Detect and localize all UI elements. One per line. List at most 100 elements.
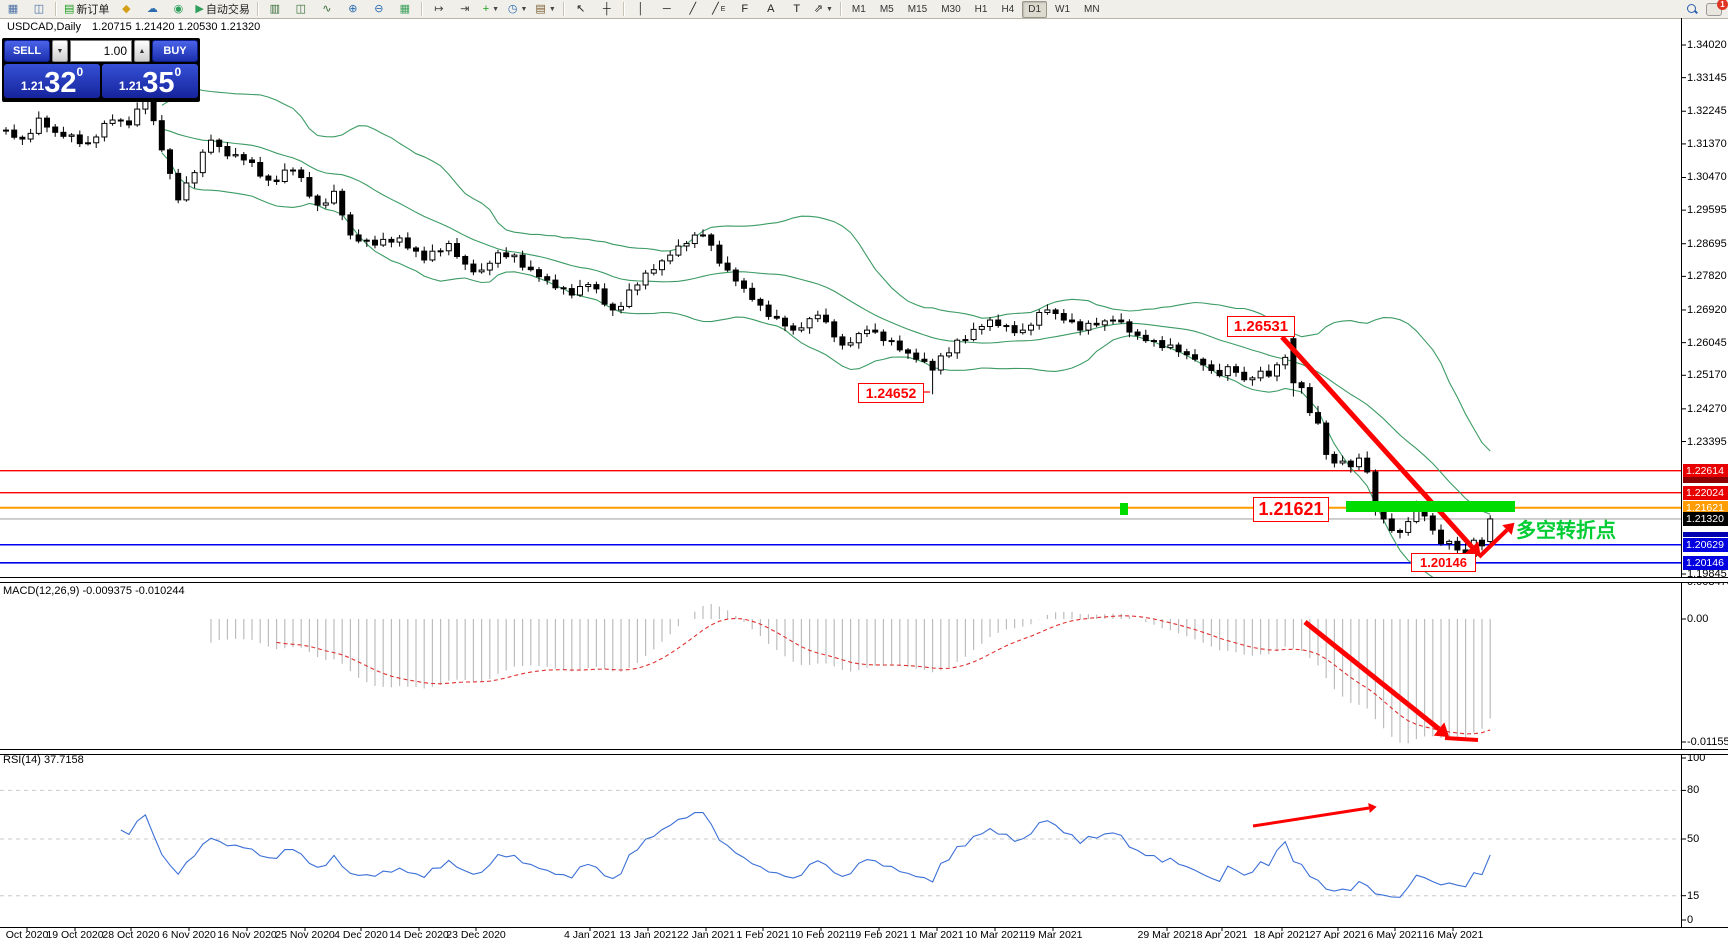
candle-body (85, 142, 91, 145)
price-axis-label: 1.34020 (1687, 39, 1727, 51)
bid-price-sup: 0 (76, 65, 84, 79)
candle-body (839, 336, 846, 346)
highlight-square[interactable] (1120, 503, 1128, 515)
candle-body (626, 289, 633, 307)
candle-body (1134, 331, 1141, 336)
candle-body (872, 329, 879, 333)
candle-body (93, 136, 100, 144)
time-axis-label: 6 May 2021 (1367, 929, 1423, 939)
time-axis-label: 25 Nov 2020 (275, 929, 335, 939)
candle-body (1224, 366, 1231, 377)
price-tag-1.20629: 1.20629 (1683, 537, 1728, 552)
candle-body (995, 319, 1002, 327)
candle-body (1142, 334, 1149, 342)
candle-body (167, 149, 173, 174)
candle-body (1183, 351, 1190, 356)
candle-body (445, 243, 452, 252)
candle-body (1060, 313, 1067, 321)
candle-body (437, 250, 444, 253)
rsi-axis-label: 50 (1687, 833, 1700, 845)
candle-body (970, 328, 977, 341)
candle-body (1339, 460, 1346, 464)
price-annotation-1.21621[interactable]: 1.21621 (1253, 497, 1329, 522)
price-axis-label: 1.32245 (1687, 105, 1727, 118)
chart-canvas[interactable] (0, 0, 1728, 939)
candle-body (158, 120, 165, 151)
candle-body (593, 284, 600, 290)
candle-body (806, 318, 813, 329)
bid-price-display[interactable]: 1.21 32 0 (4, 64, 100, 98)
price-annotation-1.26531[interactable]: 1.26531 (1227, 316, 1295, 337)
lot-increase-button[interactable]: ▲ (134, 40, 150, 62)
candle-body (560, 287, 567, 290)
sell-button[interactable]: SELL (4, 40, 50, 62)
candle-body (1249, 377, 1256, 381)
candle-body (257, 161, 264, 177)
candle-body (757, 298, 764, 306)
drawn-arrow-line[interactable] (1252, 806, 1370, 828)
candle-body (618, 305, 624, 311)
price-annotation-1.24652[interactable]: 1.24652 (858, 383, 924, 403)
candle-body (314, 195, 321, 206)
candle-body (240, 154, 247, 161)
lot-size-input[interactable] (70, 40, 132, 62)
rsi-pane (0, 789, 1681, 898)
candle-body (1028, 324, 1034, 331)
candle-body (667, 254, 674, 262)
price-axis-label: 1.29595 (1687, 204, 1727, 217)
candle-body (749, 287, 756, 300)
candle-body (150, 99, 157, 122)
candle-body (847, 342, 854, 346)
drawn-arrow-line[interactable] (1303, 620, 1441, 731)
candle-body (478, 269, 485, 273)
candle-body (1208, 364, 1215, 371)
price-axis-label: 1.33145 (1687, 71, 1727, 84)
rsi-title: RSI(14) 37.7158 (3, 754, 84, 766)
candle-body (404, 237, 411, 249)
candle-body (823, 314, 829, 323)
candle-body (1405, 521, 1412, 533)
candle-body (905, 349, 911, 354)
time-axis-label: 29 Mar 2021 (1137, 929, 1197, 939)
support-highlight-bar[interactable] (1346, 501, 1515, 512)
candle-body (1438, 529, 1444, 545)
time-axis-label: 19 Mar 2021 (1023, 929, 1083, 939)
price-annotation-1.20146[interactable]: 1.20146 (1411, 553, 1476, 572)
buy-button[interactable]: BUY (152, 40, 198, 62)
macd-title: MACD(12,26,9) -0.009375 -0.010244 (3, 585, 185, 597)
rsi-pane-separator[interactable] (0, 749, 1728, 755)
candle-body (536, 269, 542, 278)
ask-price-display[interactable]: 1.21 35 0 (102, 64, 198, 98)
time-axis-label: 8 Apr 2021 (1196, 929, 1248, 939)
candle-body (331, 190, 337, 204)
time-axis-label: 27 Apr 2021 (1309, 929, 1367, 939)
candle-body (864, 329, 870, 335)
macd-axis-label: 0.00 (1687, 613, 1709, 625)
candle-body (429, 250, 436, 261)
candle-body (650, 269, 657, 274)
ask-price-big: 35 (142, 67, 175, 99)
candle-body (117, 119, 124, 122)
candle-body (11, 129, 18, 138)
drawn-arrow-line[interactable] (1444, 736, 1479, 742)
price-axis-label: 1.31370 (1687, 137, 1727, 150)
candle-body (954, 339, 961, 354)
candle-body (35, 117, 42, 134)
candle-body (527, 266, 534, 271)
rsi-axis-label: 0 (1687, 914, 1694, 926)
candle-body (790, 325, 797, 331)
lot-decrease-button[interactable]: ▼ (52, 40, 68, 62)
rsi-axis-label: 80 (1687, 784, 1700, 797)
one-click-trading-panel: SELL ▼ ▲ BUY 1.21 32 0 1.21 35 0 (2, 38, 200, 102)
candle-body (741, 280, 747, 289)
candle-body (495, 252, 501, 264)
time-axis-label: 4 Jan 2021 (564, 929, 616, 939)
candle-body (987, 319, 993, 328)
price-tag-1.21320: 1.21320 (1683, 511, 1728, 526)
macd-pane-separator[interactable] (0, 577, 1728, 583)
candle-body (462, 255, 469, 265)
turning-point-annotation[interactable]: 多空转折点 (1516, 514, 1616, 543)
time-axis-label: 13 Jan 2021 (619, 929, 677, 939)
candle-body (1011, 325, 1018, 334)
candle-body (199, 151, 206, 174)
